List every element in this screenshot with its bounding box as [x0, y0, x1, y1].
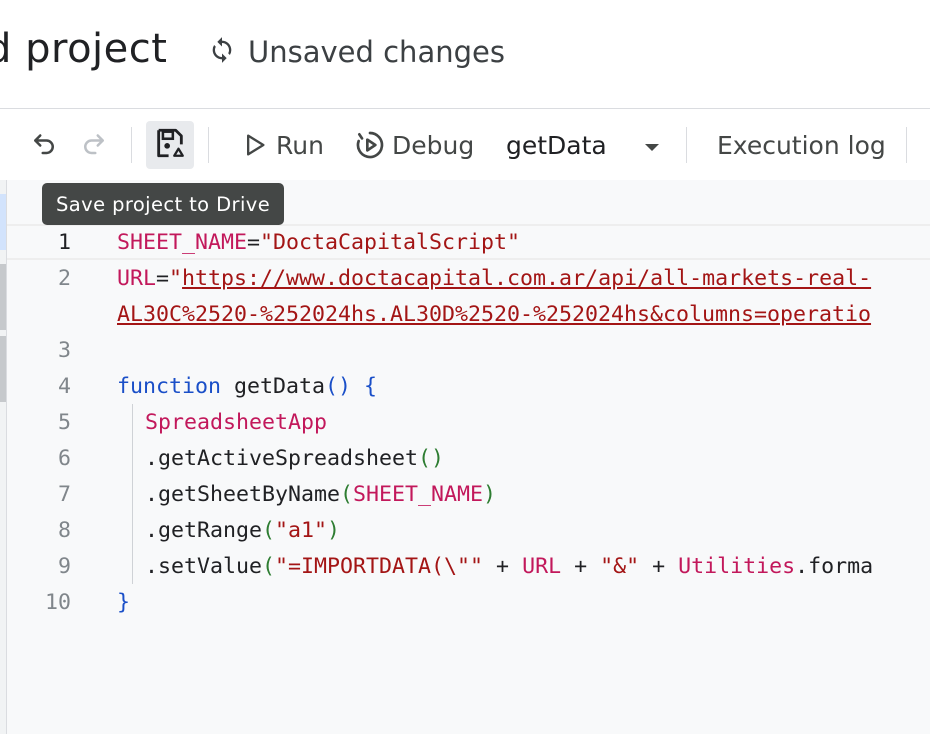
variable-token: URL: [522, 553, 562, 579]
object-token: SpreadsheetApp: [145, 409, 328, 435]
method-token: .forma: [795, 553, 874, 579]
string-token: ": [169, 265, 183, 291]
brace-token: {: [351, 373, 378, 399]
indent-guide: [132, 404, 133, 584]
code-text: .setValue("=IMPORTDATA(\"" + URL + "&" +…: [145, 554, 873, 579]
paren-token: (): [325, 373, 352, 399]
variable-token: URL: [117, 265, 157, 291]
code-text: SpreadsheetApp: [145, 410, 327, 435]
execution-log-button[interactable]: Execution log: [717, 123, 886, 167]
title-bar: d project Unsaved changes: [0, 0, 930, 108]
unsaved-changes-text: Unsaved changes: [248, 35, 505, 69]
paren-token: (): [418, 445, 445, 471]
string-token: "=IMPORTDATA(\"": [275, 553, 484, 579]
code-text: .getActiveSpreadsheet(): [145, 446, 444, 471]
operator-token: +: [639, 553, 679, 579]
toolbar: Run Debug getData Execution log: [0, 108, 930, 180]
run-button[interactable]: Run: [240, 123, 324, 167]
toolbar-divider: [686, 127, 687, 163]
url-link[interactable]: https://www.doctacapital.com.ar/api/all-…: [182, 266, 871, 291]
paren-token: (: [340, 481, 354, 507]
line-number: 9: [57, 553, 71, 579]
code-text: .getRange("a1"): [145, 518, 340, 543]
save-to-drive-icon: [153, 126, 187, 165]
paren-token: ): [483, 481, 497, 507]
method-token: .setValue: [145, 553, 263, 579]
sidebar-item-edge: [0, 336, 6, 402]
function-name-token: getData: [221, 373, 326, 399]
string-token: "DoctaCapitalScript": [260, 229, 521, 255]
redo-icon: [79, 128, 109, 163]
keyword-token: function: [117, 373, 222, 399]
toolbar-divider: [131, 127, 132, 163]
line-number: 5: [57, 409, 71, 435]
brace-token: }: [117, 589, 131, 615]
method-token: .getActiveSpreadsheet: [145, 445, 419, 471]
redo-button[interactable]: [72, 123, 116, 167]
string-token: "&": [600, 553, 640, 579]
undo-icon: [29, 128, 59, 163]
method-token: .getSheetByName: [145, 481, 341, 507]
line-number: 1: [57, 229, 71, 255]
left-sidebar-edge: [0, 180, 7, 734]
method-token: .getRange: [145, 517, 263, 543]
code-editor[interactable]: 1 SHEET_NAME="DoctaCapitalScript" 2 URL=…: [7, 180, 930, 734]
operator-token: +: [483, 553, 523, 579]
line-number: 2: [57, 265, 71, 291]
line-number: 6: [57, 445, 71, 471]
line-number: 7: [57, 481, 71, 507]
object-token: Utilities: [678, 553, 796, 579]
save-status: Unsaved changes: [208, 34, 505, 70]
code-text: }: [117, 590, 130, 615]
toolbar-divider: [208, 127, 209, 163]
debug-label: Debug: [392, 130, 475, 160]
sidebar-selected-indicator: [0, 194, 6, 250]
undo-button[interactable]: [22, 123, 66, 167]
execution-log-label: Execution log: [717, 130, 886, 160]
line-number: 10: [44, 589, 71, 615]
function-select[interactable]: getData: [506, 123, 666, 167]
code-text: AL30C%2520-%252024hs.AL30D%2520-%252024h…: [117, 302, 871, 327]
debug-icon: [354, 129, 386, 161]
code-text: URL="https://www.doctacapital.com.ar/api…: [117, 266, 871, 291]
operator-token: =: [247, 229, 261, 255]
paren-token: (: [262, 553, 276, 579]
save-to-drive-tooltip: Save project to Drive: [42, 183, 285, 225]
string-token: "a1": [275, 517, 328, 543]
save-to-drive-button[interactable]: [146, 121, 194, 169]
sync-icon: [208, 36, 236, 69]
code-text: SHEET_NAME="DoctaCapitalScript": [117, 230, 520, 255]
line-number: 8: [57, 517, 71, 543]
paren-token: (: [262, 517, 276, 543]
dropdown-arrow-icon: [640, 135, 664, 159]
variable-token: SHEET_NAME: [353, 481, 484, 507]
sidebar-item-edge: [0, 264, 6, 330]
line-number: 3: [57, 337, 71, 363]
code-text: function getData() {: [117, 374, 377, 399]
play-icon: [240, 131, 268, 159]
operator-token: +: [561, 553, 601, 579]
operator-token: =: [156, 265, 170, 291]
run-label: Run: [276, 130, 324, 160]
line-number: 4: [57, 373, 71, 399]
variable-token: SHEET_NAME: [117, 229, 248, 255]
toolbar-divider: [906, 127, 907, 163]
code-text: .getSheetByName(SHEET_NAME): [145, 482, 496, 507]
debug-button[interactable]: Debug: [354, 123, 474, 167]
url-link[interactable]: AL30C%2520-%252024hs.AL30D%2520-%252024h…: [117, 302, 871, 327]
paren-token: ): [327, 517, 341, 543]
function-select-value: getData: [506, 130, 607, 160]
project-title[interactable]: d project: [0, 26, 167, 72]
